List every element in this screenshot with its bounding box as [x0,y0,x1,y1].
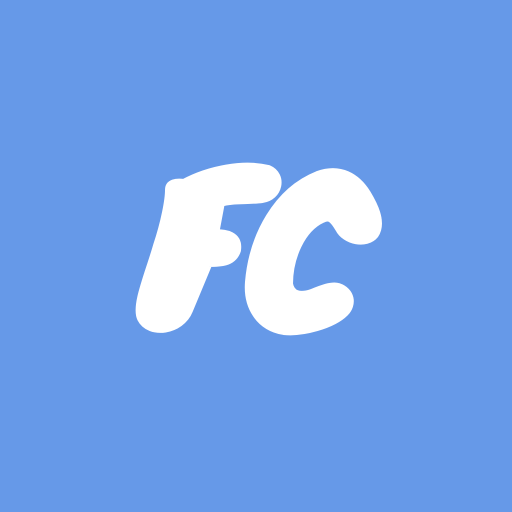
fc-logo-icon [135,162,382,336]
app-icon: FC [0,0,512,512]
